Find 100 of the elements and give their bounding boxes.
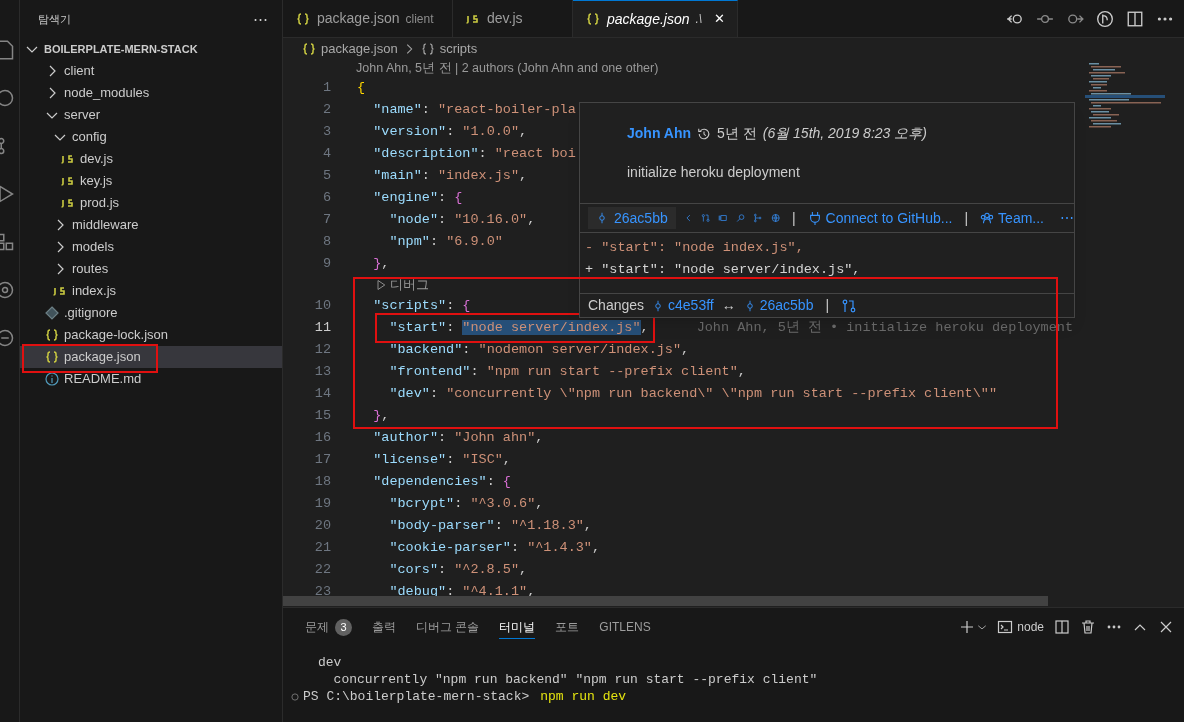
trash-icon[interactable] [1080,619,1096,635]
team-link[interactable]: Team... [980,207,1044,229]
project-header[interactable]: BOILERPLATE-MERN-STACK [20,38,282,60]
count-badge: 3 [335,618,352,636]
folder-item[interactable]: middleware [20,214,282,236]
code-line: "description": "react boi [373,144,576,163]
panel-tab[interactable]: 터미널 [499,615,536,639]
more-icon[interactable]: ⋯ [253,7,268,31]
folder-item[interactable]: server [20,104,282,126]
file-item[interactable]: README.md [20,368,282,390]
compare-icon[interactable] [841,297,858,314]
line-number: 15 [313,406,331,425]
separator: | [791,208,796,228]
close-icon[interactable] [1158,619,1174,635]
target-icon[interactable] [0,280,15,300]
code-line: "dev": "concurrently \"npm run backend\" \"npm run start --prefix client\"" [389,384,997,403]
diff-line: - "start": "node index.js", [585,238,805,257]
panel-tab[interactable]: GITLENS [599,615,651,639]
commit-date: (6월 15th, 2019 8:23 오후) [762,124,927,143]
line-number: 8 [321,232,331,251]
code-line: "author": "John ahn", [373,428,544,447]
debug-codelens[interactable]: 디버그 [375,275,429,295]
line-number: 16 [313,428,331,447]
code-line: "node": "10.16.0", [389,210,536,229]
line-number: 12 [313,340,331,359]
code-line: "scripts": { [373,296,471,315]
close-icon[interactable]: ✕ [714,9,726,29]
run-icon[interactable] [0,184,15,204]
people-icon [980,211,995,225]
panel-tab[interactable]: 출력 [372,615,396,639]
code-line: "cookie-parser": "^1.4.3", [389,538,601,557]
file-item[interactable]: dev.js [20,148,282,170]
panel-tab[interactable]: 포트 [555,615,580,639]
code-line: "bcrypt": "^3.0.6", [389,494,544,513]
commit-link[interactable]: c4e53ff [652,295,714,316]
more-icon[interactable]: ⋯ [1060,207,1074,229]
folder-item[interactable]: node_modules [20,82,282,104]
code-line: "frontend": "npm run start --prefix client", [389,362,746,381]
terminal-output: concurrently "npm run backend" "npm run start --prefix client" [332,672,818,687]
author-link[interactable]: John Ahn [627,123,692,144]
line-number: 18 [313,472,331,491]
file-item[interactable]: prod.js [20,192,282,214]
minimap-drawing[interactable] [1085,60,1165,130]
terminal-icon [997,619,1014,635]
panel-tab[interactable]: 문제 3 [305,615,352,639]
panel-tab[interactable]: 디버그 콘솔 [416,615,480,639]
line-number: 17 [313,450,331,469]
plus-icon[interactable] [959,619,976,635]
code-line: "npm": "6.9.0" [389,232,503,251]
line-number: 19 [313,494,331,513]
code-line: "engine": { [373,188,463,207]
file-item[interactable]: index.js [20,280,282,302]
breadcrumb-item[interactable]: package.json [301,39,398,59]
file-item[interactable]: package-lock.json [20,324,282,346]
commit-link[interactable]: 26ac5bb [743,295,814,316]
braces-icon [44,349,60,365]
connect-link[interactable]: Connect to GitHub... [807,207,953,229]
code-line: "version": "1.0.0", [373,122,528,141]
codelens-text[interactable]: John Ahn, 5년 전 | 2 authors (John Ahn and one other) [356,60,659,78]
editor-tab[interactable]: package.json .\ ✕ [573,0,739,37]
extensions-icon[interactable] [0,232,15,252]
code-line: }, [373,406,390,425]
terminal-command: npm run dev [540,688,627,705]
folder-item[interactable]: models [20,236,282,258]
commit-icon [596,211,608,225]
terminal-selector[interactable]: node [997,618,1044,636]
braces-icon [295,10,311,27]
separator: | [964,208,969,228]
line-number: 21 [313,538,331,557]
selected-text: "node server/index.js" [462,319,641,335]
editor-tab[interactable]: package.json client [283,0,453,37]
line-number: 9 [321,254,331,273]
line-number: 6 [321,188,331,207]
line-number: 13 [313,362,331,381]
folder-item[interactable]: routes [20,258,282,280]
file-item[interactable]: key.js [20,170,282,192]
code-line: "name": "react-boiler-pla [373,100,576,119]
play-icon [375,279,387,291]
folder-item[interactable]: client [20,60,282,82]
file-item[interactable]: package.json [20,346,282,368]
line-number: 22 [313,560,331,579]
terminal-output: dev [318,655,342,670]
file-item[interactable]: .gitignore [20,302,282,324]
line-number: 20 [313,516,331,535]
folder-item[interactable]: config [20,126,282,148]
line-number: 23 [313,582,331,601]
circle-icon [290,691,300,702]
files-icon[interactable] [0,40,15,60]
explorer-title: 탐색기 [38,11,71,27]
diff-line: + "start": "node server/index.js", [585,260,862,279]
code-line: "body-parser": "^1.18.3", [389,516,592,535]
breadcrumb-item[interactable]: scripts [419,39,478,59]
commit-badge[interactable]: 26ac5bb [588,207,676,229]
split-terminal-icon[interactable] [1054,619,1070,635]
commit-message: initialize heroku deployment [627,163,801,182]
gitlens-icon[interactable] [1096,9,1114,28]
split-editor-icon[interactable] [1126,9,1144,28]
braces-icon [301,41,317,57]
commit-age: 5년 전 [717,124,757,143]
scrollbar-thumb[interactable] [283,596,1048,606]
